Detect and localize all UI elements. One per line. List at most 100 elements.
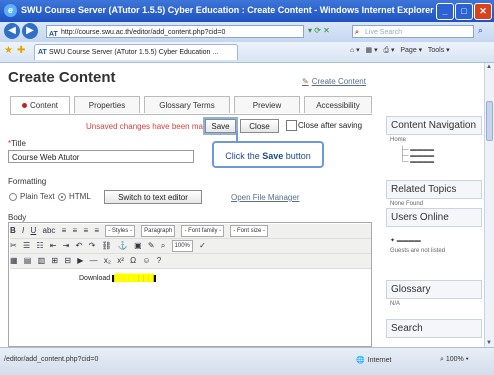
active-tab-bullet-icon [21, 103, 27, 109]
title-bar: e SWU Course Server (ATutor 1.5.5) Cyber… [0, 0, 494, 22]
zoom-value: 100% [445, 356, 464, 363]
close-button[interactable]: Close [240, 119, 279, 133]
numbered-list-icon[interactable]: ☷ [36, 239, 43, 253]
strike-icon[interactable]: abc [43, 224, 56, 238]
create-content-link-text: Create Content [311, 77, 366, 86]
online-user[interactable]: ✦ ▬▬▬▬ [386, 227, 482, 246]
nav-home[interactable]: Home [386, 135, 482, 145]
close-after-saving-label: Close after saving [298, 121, 363, 130]
superscript-icon[interactable]: x² [117, 254, 124, 268]
spellcheck-icon[interactable]: ✓ [199, 239, 206, 253]
nav-tree[interactable]: ├─ ▬▬▬▬ ├─ ▬▬▬▬ └─ ▬▬▬▬ [386, 145, 482, 167]
page-scrollbar[interactable]: ▲ ▼ [484, 63, 494, 347]
content-navigation-panel: Content Navigation Home ├─ ▬▬▬▬ ├─ ▬▬▬▬ └─… [386, 116, 482, 167]
back-icon[interactable]: ◀ [4, 23, 20, 39]
tab-glossary-terms[interactable]: Glossary Terms [144, 96, 230, 113]
indent-icon[interactable]: ⇥ [63, 239, 70, 253]
search-input[interactable]: ⌕ Live Search [352, 25, 474, 38]
forward-icon[interactable]: ▶ [22, 23, 38, 39]
tools-menu[interactable]: Tools [428, 47, 444, 54]
page-title: Create Content [8, 69, 116, 86]
save-button[interactable]: Save [205, 119, 236, 133]
scroll-down-icon[interactable]: ▼ [486, 340, 492, 346]
justify-icon[interactable]: ≡ [94, 224, 99, 238]
tab-favicon-icon: AT [38, 49, 47, 56]
highlighted-link[interactable]: ████████ [112, 275, 156, 282]
zoom-icon[interactable]: ⌕ [161, 239, 165, 253]
tab-properties[interactable]: Properties [74, 96, 140, 113]
tab-accessibility[interactable]: Accessibility [304, 96, 372, 113]
refresh-stop-icons[interactable]: ▾ ⟳ ✕ [308, 26, 330, 35]
merge-icon[interactable]: ⊞ [51, 254, 58, 268]
styles-select[interactable]: - Styles - [105, 224, 135, 237]
rich-text-editor[interactable]: B I U abc ≡ ≡ ≡ ≡ - Styles - Paragraph -… [8, 222, 372, 347]
site-favicon-icon: AT [49, 31, 58, 38]
close-window-button[interactable]: ✕ [474, 3, 492, 20]
cut-icon[interactable]: ✂ [10, 239, 17, 253]
table-icon[interactable]: ▦ [10, 254, 18, 268]
editor-toolbar-row-2: ✂ ☰ ☷ ⇤ ⇥ ↶ ↷ ⛓ ⚓ ▣ ✎ ⌕ 100% ✓ [10, 239, 371, 254]
color-icon[interactable]: ✎ [148, 239, 155, 253]
add-favorites-icon[interactable]: ✚ [17, 45, 25, 56]
title-input[interactable]: Course Web Atutor [8, 150, 194, 163]
column-icon[interactable]: ▥ [38, 254, 46, 268]
scroll-up-icon[interactable]: ▲ [486, 64, 492, 70]
status-bar: /editor/add_content.php?cid=0 🌐 Internet … [0, 347, 494, 375]
link-icon[interactable]: ⛓ [102, 239, 112, 253]
image-icon[interactable]: ▣ [134, 239, 142, 253]
browser-tab[interactable]: AT SWU Course Server (ATutor 1.5.5) Cybe… [34, 44, 238, 60]
url-text: http://course.swu.ac.th/editor/add_conte… [61, 29, 226, 36]
omega-icon[interactable]: Ω [130, 254, 136, 268]
redo-icon[interactable]: ↷ [89, 239, 96, 253]
split-icon[interactable]: ⊟ [64, 254, 71, 268]
zoom-level[interactable]: ⌕ 100% ▾ [440, 356, 469, 364]
plain-text-radio[interactable] [9, 193, 17, 201]
create-content-icon: ✎ [302, 77, 309, 86]
bullet-list-icon[interactable]: ☰ [23, 239, 30, 253]
paragraph-select[interactable]: Paragraph [141, 224, 176, 237]
media-icon[interactable]: ▶ [77, 254, 83, 268]
subscript-icon[interactable]: x₂ [104, 254, 111, 268]
minimize-button[interactable]: _ [436, 3, 454, 20]
italic-icon[interactable]: I [22, 224, 24, 238]
tab-content[interactable]: Content [10, 96, 70, 114]
hr-icon[interactable]: — [90, 254, 98, 268]
outdent-icon[interactable]: ⇤ [50, 239, 57, 253]
file-manager-link[interactable]: Open File Manager [231, 193, 299, 202]
anchor-icon[interactable]: ⚓ [118, 239, 128, 253]
print-icon[interactable]: ⎙ [383, 47, 389, 54]
related-topics-panel: Related Topics None Found [386, 180, 482, 209]
underline-icon[interactable]: U [30, 224, 36, 238]
align-right-icon[interactable]: ≡ [83, 224, 88, 238]
editor-text[interactable]: Download ████████ [79, 275, 156, 282]
font-size-select[interactable]: - Font size - [230, 224, 269, 237]
close-after-saving-checkbox[interactable] [286, 120, 297, 131]
feeds-icon[interactable]: ▦ [366, 47, 373, 54]
url-input[interactable]: AT http://course.swu.ac.th/editor/add_co… [46, 25, 304, 38]
undo-icon[interactable]: ↶ [76, 239, 83, 253]
emotion-icon[interactable]: ☺ [142, 254, 150, 268]
row-icon[interactable]: ▤ [24, 254, 32, 268]
save-callout: Click the Save button [212, 141, 324, 168]
page-menu[interactable]: Page [400, 47, 416, 54]
bold-icon[interactable]: B [10, 224, 16, 238]
zoom-select[interactable]: 100% [171, 239, 193, 252]
align-center-icon[interactable]: ≡ [73, 224, 78, 238]
search-go-icon[interactable]: ⌕ [478, 25, 483, 36]
align-left-icon[interactable]: ≡ [62, 224, 67, 238]
help-icon[interactable]: ? [157, 254, 161, 268]
address-bar: ◀ ▶ AT http://course.swu.ac.th/editor/ad… [0, 22, 494, 42]
home-icon[interactable]: ⌂ [350, 47, 354, 54]
font-family-select[interactable]: - Font family - [181, 224, 225, 237]
status-url: /editor/add_content.php?cid=0 [4, 356, 99, 363]
glossary-body: N/A [390, 301, 401, 307]
tab-preview[interactable]: Preview [234, 96, 300, 113]
title-label-text: Title [11, 139, 26, 148]
favorites-star-icon[interactable]: ★ [4, 45, 13, 56]
scroll-thumb[interactable] [486, 101, 493, 141]
switch-editor-button[interactable]: Switch to text editor [104, 190, 202, 204]
html-radio[interactable] [58, 193, 66, 201]
maximize-button[interactable]: □ [455, 3, 473, 20]
editor-toolbar-row-3: ▦ ▤ ▥ ⊞ ⊟ ▶ — x₂ x² Ω ☺ ? [10, 254, 371, 269]
create-content-link[interactable]: ✎ Create Content [302, 77, 366, 86]
